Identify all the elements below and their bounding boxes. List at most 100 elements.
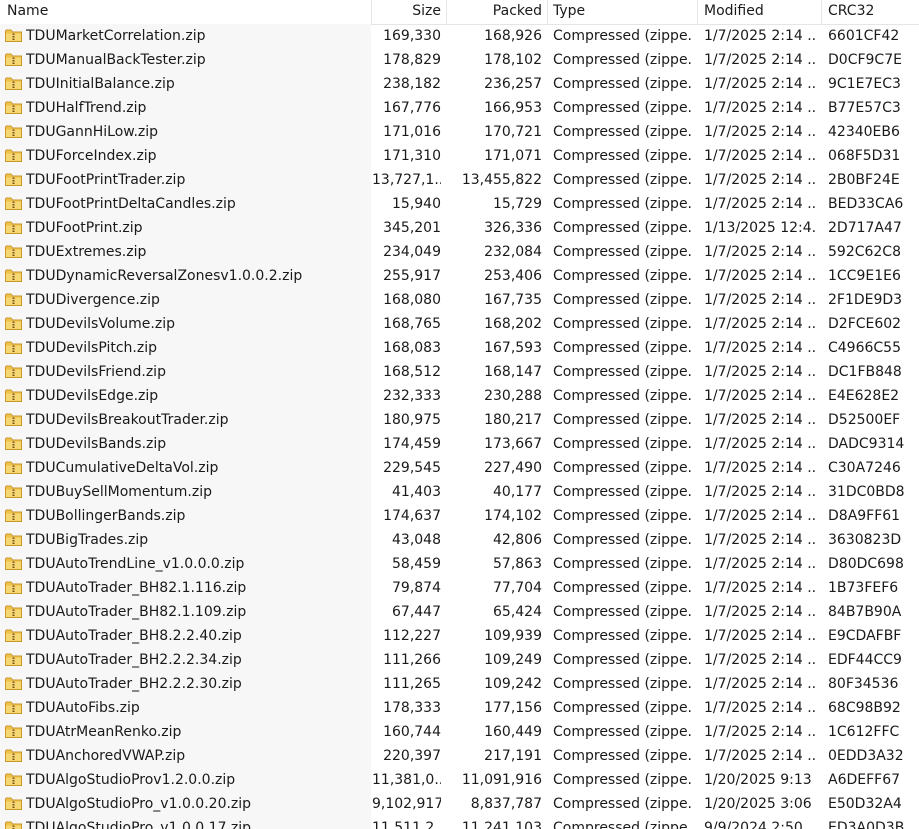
file-name: TDUCumulativeDeltaVol.zip xyxy=(26,460,219,476)
file-crc32: 84B7B90A xyxy=(828,604,902,620)
column-header-crc32[interactable]: CRC32 xyxy=(828,0,916,24)
file-name: TDUAlgoStudioPro_v1.0.0.20.zip xyxy=(26,796,252,812)
file-size: 41,403 xyxy=(392,484,441,500)
table-row[interactable]: TDUForceIndex.zip 171,310 171,071 Compresse… xyxy=(0,144,919,168)
file-size: 58,459 xyxy=(392,556,441,572)
table-row[interactable]: TDUAutoTrader_BH82.1.116.zip 79,874 77,704… xyxy=(0,576,919,600)
file-modified: 1/7/2025 2:14 ... xyxy=(704,100,816,116)
file-modified: 1/7/2025 2:14 ... xyxy=(704,292,816,308)
table-row[interactable]: TDUManualBackTester.zip 178,829 178,102 Com… xyxy=(0,48,919,72)
file-crc32: E50D32A4 xyxy=(828,796,902,812)
zip-folder-icon xyxy=(5,437,22,450)
column-header-type[interactable]: Type xyxy=(553,0,693,24)
file-packed-size: 160,449 xyxy=(484,724,542,740)
column-header-packed[interactable]: Packed xyxy=(448,0,542,24)
column-divider[interactable] xyxy=(821,0,822,24)
file-crc32: E9CDAFBF xyxy=(828,628,902,644)
table-row[interactable]: TDUDevilsEdge.zip 232,333 230,288 Compresse… xyxy=(0,384,919,408)
file-name: TDUForceIndex.zip xyxy=(26,148,157,164)
file-packed-size: 174,102 xyxy=(484,508,542,524)
file-crc32: 42340EB6 xyxy=(828,124,900,140)
table-row[interactable]: TDUBollingerBands.zip 174,637 174,102 Compr… xyxy=(0,504,919,528)
table-row[interactable]: TDUDevilsFriend.zip 168,512 168,147 Compres… xyxy=(0,360,919,384)
file-crc32: 1C612FFC xyxy=(828,724,900,740)
table-row[interactable]: TDUDynamicReversalZonesv1.0.0.2.zip 255,9… xyxy=(0,264,919,288)
column-divider[interactable] xyxy=(446,0,447,24)
file-name: TDUAlgoStudioProv1.2.0.0.zip xyxy=(26,772,236,788)
table-row[interactable]: TDUDevilsVolume.zip 168,765 168,202 Compres… xyxy=(0,312,919,336)
table-row[interactable]: TDUAlgoStudioPro_v1.0.0.20.zip 9,102,917 8… xyxy=(0,792,919,816)
table-row[interactable]: TDUDivergence.zip 168,080 167,735 Compresse… xyxy=(0,288,919,312)
file-crc32: BED33CA6 xyxy=(828,196,904,212)
table-row[interactable]: TDUDevilsBands.zip 174,459 173,667 Compress… xyxy=(0,432,919,456)
table-row[interactable]: TDUAutoTrader_BH2.2.2.34.zip 111,266 109,2… xyxy=(0,648,919,672)
column-header-modified[interactable]: Modified xyxy=(704,0,816,24)
table-row[interactable]: TDUAutoTrendLine_v1.0.0.0.zip 58,459 57,86… xyxy=(0,552,919,576)
table-row[interactable]: TDUFootPrintTrader.zip 13,727,1... 13,455,… xyxy=(0,168,919,192)
table-row[interactable]: TDUAutoTrader_BH8.2.2.40.zip 112,227 109,9… xyxy=(0,624,919,648)
file-type: Compressed (zippe... xyxy=(553,532,693,548)
table-row[interactable]: TDUAutoTrader_BH82.1.109.zip 67,447 65,424… xyxy=(0,600,919,624)
table-row[interactable]: TDUGannHiLow.zip 171,016 170,721 Compressed… xyxy=(0,120,919,144)
file-packed-size: 42,806 xyxy=(493,532,542,548)
table-row[interactable]: TDUDevilsPitch.zip 168,083 167,593 Compress… xyxy=(0,336,919,360)
file-type: Compressed (zippe... xyxy=(553,508,693,524)
file-name: TDUMarketCorrelation.zip xyxy=(26,28,206,44)
file-crc32: 80F34536 xyxy=(828,676,899,692)
file-modified: 1/7/2025 2:14 ... xyxy=(704,532,816,548)
file-size: 111,266 xyxy=(383,652,441,668)
file-modified: 1/7/2025 2:14 ... xyxy=(704,148,816,164)
file-type: Compressed (zippe... xyxy=(553,460,693,476)
file-packed-size: 326,336 xyxy=(484,220,542,236)
table-row[interactable]: TDUAtrMeanRenko.zip 160,744 160,449 Compres… xyxy=(0,720,919,744)
file-size: 178,333 xyxy=(383,700,441,716)
zip-folder-icon xyxy=(5,125,22,138)
table-row[interactable]: TDUMarketCorrelation.zip 169,330 168,926 Co… xyxy=(0,24,919,48)
table-row[interactable]: TDUAutoFibs.zip 178,333 177,156 Compressed … xyxy=(0,696,919,720)
table-row[interactable]: TDUDevilsBreakoutTrader.zip 180,975 180,21… xyxy=(0,408,919,432)
table-row[interactable]: TDUAlgoStudioPro_v1.0.0.17.zip 11,511,2..… xyxy=(0,816,919,829)
file-type: Compressed (zippe... xyxy=(553,604,693,620)
table-row[interactable]: TDUAnchoredVWAP.zip 220,397 217,191 Compres… xyxy=(0,744,919,768)
table-row[interactable]: TDUHalfTrend.zip 167,776 166,953 Compressed… xyxy=(0,96,919,120)
file-packed-size: 11,091,916 xyxy=(461,772,542,788)
table-row[interactable]: TDUBigTrades.zip 43,048 42,806 Compressed (… xyxy=(0,528,919,552)
file-size: 169,330 xyxy=(383,28,441,44)
column-header-size[interactable]: Size xyxy=(372,0,441,24)
column-divider[interactable] xyxy=(547,0,548,24)
table-row[interactable]: TDUAlgoStudioProv1.2.0.0.zip 11,381,0... 1… xyxy=(0,768,919,792)
file-crc32: 2B0BF24E xyxy=(828,172,900,188)
column-header-name[interactable]: Name xyxy=(7,0,367,24)
file-size: 174,637 xyxy=(383,508,441,524)
table-row[interactable]: TDUCumulativeDeltaVol.zip 229,545 227,490 C… xyxy=(0,456,919,480)
zip-folder-icon xyxy=(5,629,22,642)
table-row[interactable]: TDUFootPrint.zip 345,201 326,336 Compressed… xyxy=(0,216,919,240)
table-row[interactable]: TDUInitialBalance.zip 238,182 236,257 Compr… xyxy=(0,72,919,96)
table-row[interactable]: TDUExtremes.zip 234,049 232,084 Compressed … xyxy=(0,240,919,264)
file-name: TDUDevilsBreakoutTrader.zip xyxy=(26,412,229,428)
file-packed-size: 168,202 xyxy=(484,316,542,332)
file-modified: 1/7/2025 2:14 ... xyxy=(704,196,816,212)
file-name: TDUFootPrintDeltaCandles.zip xyxy=(26,196,236,212)
zip-folder-icon xyxy=(5,317,22,330)
table-row[interactable]: TDUAutoTrader_BH2.2.2.30.zip 111,265 109,2… xyxy=(0,672,919,696)
file-rows: TDUMarketCorrelation.zip 169,330 168,926 Co… xyxy=(0,24,919,829)
file-packed-size: 166,953 xyxy=(484,100,542,116)
file-type: Compressed (zippe... xyxy=(553,196,693,212)
zip-folder-icon xyxy=(5,509,22,522)
file-packed-size: 232,084 xyxy=(484,244,542,260)
file-crc32: EDF44CC9 xyxy=(828,652,902,668)
file-size: 345,201 xyxy=(383,220,441,236)
file-size: 112,227 xyxy=(383,628,441,644)
file-size: 67,447 xyxy=(392,604,441,620)
table-row[interactable]: TDUBuySellMomentum.zip 41,403 40,177 Compre… xyxy=(0,480,919,504)
column-divider[interactable] xyxy=(697,0,698,24)
file-crc32: B77E57C3 xyxy=(828,100,901,116)
file-name: TDUAutoTrader_BH82.1.109.zip xyxy=(26,604,247,620)
file-packed-size: 227,490 xyxy=(484,460,542,476)
table-row[interactable]: TDUFootPrintDeltaCandles.zip 15,940 15,729… xyxy=(0,192,919,216)
file-size: 167,776 xyxy=(383,100,441,116)
file-type: Compressed (zippe... xyxy=(553,364,693,380)
file-type: Compressed (zippe... xyxy=(553,484,693,500)
file-packed-size: 13,455,822 xyxy=(461,172,542,188)
